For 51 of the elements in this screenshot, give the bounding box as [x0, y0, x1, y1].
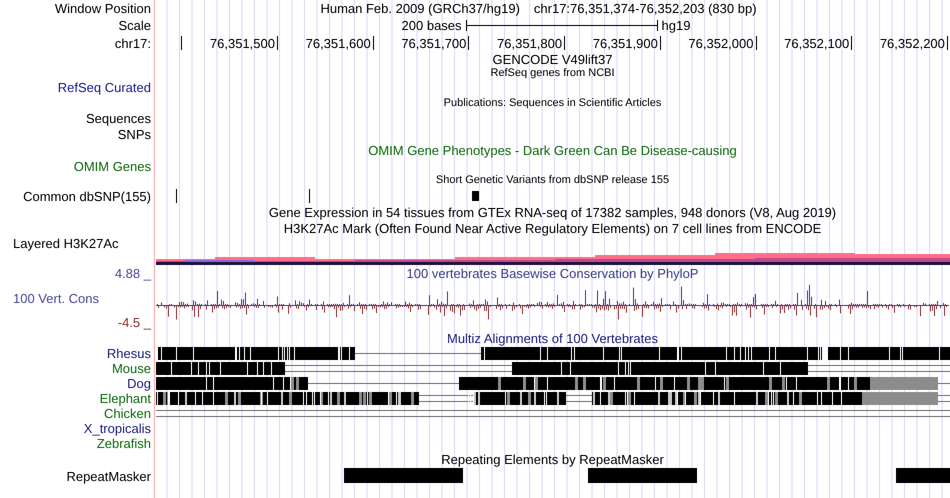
ruler-tick [372, 36, 374, 50]
ruler-tick [564, 36, 566, 50]
track-title: H3K27Ac Mark (Often Found Near Active Regulatory Elements) on 7 cell lines from ENCODE [284, 222, 822, 235]
track-title: Human Feb. 2009 (GRCh37/hg19) [320, 2, 520, 15]
track-title: Repeating Elements by RepeatMasker [441, 453, 664, 466]
ruler-tick [181, 36, 182, 50]
ruler-tick [468, 36, 470, 50]
coordinate-label: 76,351,700 [401, 37, 466, 50]
coordinate-label: 76,351,900 [592, 37, 658, 50]
track-label: 100 Vert. Cons [12, 292, 100, 304]
coordinate-label: 76,351,500 [210, 37, 275, 50]
track-title: 200 bases [402, 19, 462, 32]
coordinate-label: 76,351,800 [497, 37, 562, 50]
track-label: SNPs [118, 128, 151, 140]
repeat-block [896, 468, 950, 483]
species-label: Rhesus [106, 347, 151, 360]
ruler-tick [660, 36, 661, 50]
species-label: Mouse [112, 362, 151, 375]
axis-max-label: 4.88 _ [114, 267, 152, 280]
track-title: chr17:76,351,374-76,352,203 (830 bp) [534, 2, 757, 15]
track-title: Short Genetic Variants from dbSNP release 155 [436, 175, 670, 186]
track-title: OMIM Gene Phenotypes - Dark Green Can Be Disease-causing [368, 144, 737, 157]
track-label: RefSeq Curated [58, 81, 151, 94]
track-label: OMIM Genes [74, 160, 151, 172]
ruler-tick [277, 36, 278, 50]
track-title: Publications: Sequences in Scientific Articles [444, 98, 662, 108]
ruler-tick [946, 36, 948, 50]
coordinate-label: 76,352,100 [784, 37, 850, 50]
track-title: Gene Expression in 54 tissues from GTEx RNA-seq of 17382 samples, 948 donors (V8, Aug 2019) [268, 206, 836, 219]
track-label: chr17: [114, 36, 151, 50]
track-label: Common dbSNP(155) [23, 190, 151, 202]
track-label: Window Position [54, 2, 151, 15]
track-title: RefSeq genes from NCBI [490, 68, 615, 78]
species-label: X_tropicalis [84, 422, 151, 435]
species-label: Chicken [104, 407, 151, 420]
coordinate-label: 76,352,000 [688, 37, 754, 50]
track-title: hg19 [662, 19, 690, 32]
species-label: Elephant [100, 392, 151, 405]
coordinate-label: 76,351,600 [306, 37, 371, 50]
track-label: RepeatMasker [66, 470, 151, 483]
track-label: Layered H3K27Ac [13, 236, 119, 250]
species-label: Dog [127, 377, 151, 390]
track-title: 100 vertebrates Basewise Conservation by PhyloP [406, 267, 698, 280]
ruler-tick [851, 36, 852, 50]
axis-min-label: -4.5 _ [116, 316, 152, 329]
track-title: GENCODE V49lift37 [492, 52, 612, 66]
track-label: Sequences [86, 112, 151, 125]
species-label: Zebrafish [96, 437, 151, 450]
coordinate-label: 76,352,200 [880, 37, 945, 50]
track-title: Multiz Alignments of 100 Vertebrates [446, 332, 658, 344]
track-label: Scale [118, 19, 151, 32]
